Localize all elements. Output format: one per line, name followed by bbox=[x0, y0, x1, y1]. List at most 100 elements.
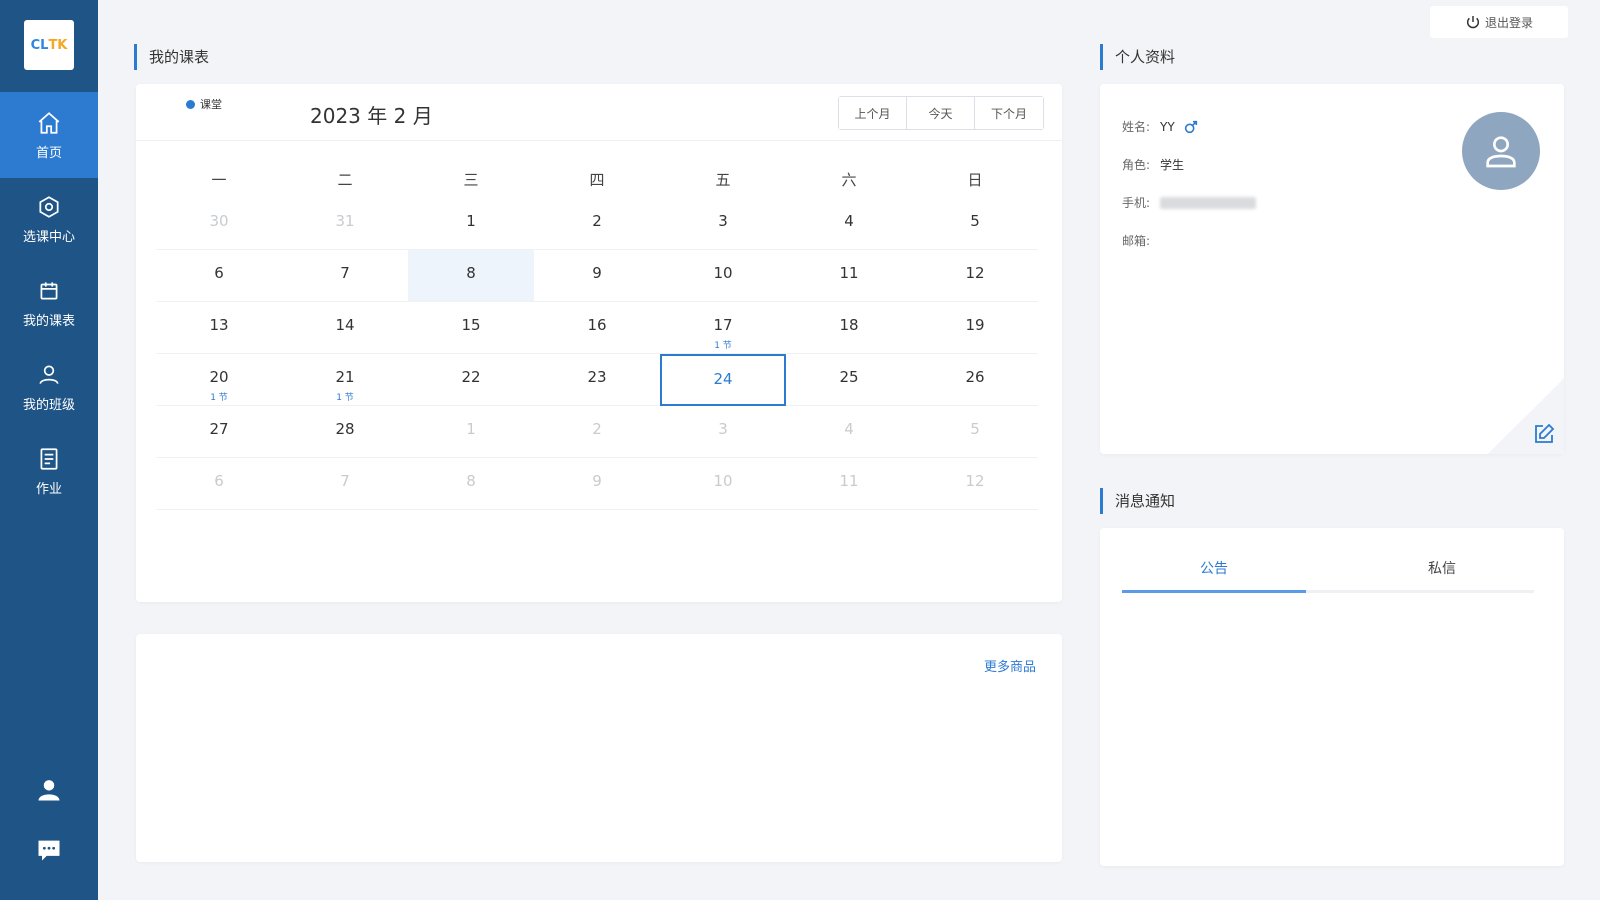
calendar-day[interactable]: 6 bbox=[156, 250, 282, 302]
calendar-day[interactable]: 26 bbox=[912, 354, 1038, 406]
legend-label: 课堂 bbox=[200, 98, 222, 111]
calendar-day[interactable]: 11 bbox=[786, 458, 912, 510]
sidebar-item-homework[interactable]: 作业 bbox=[0, 428, 98, 514]
calendar-day[interactable]: 20 1 节 bbox=[156, 354, 282, 406]
calendar-day-number: 4 bbox=[844, 420, 854, 438]
app-logo[interactable]: CL TK bbox=[24, 20, 74, 70]
calendar-day[interactable]: 3 bbox=[660, 406, 786, 458]
calendar-day[interactable]: 15 bbox=[408, 302, 534, 354]
calendar-day[interactable]: 18 bbox=[786, 302, 912, 354]
sidebar-item-course-center[interactable]: 选课中心 bbox=[0, 176, 98, 262]
weekday-header: 三 bbox=[463, 171, 479, 189]
today-button[interactable]: 今天 bbox=[907, 97, 975, 129]
profile-shortcut[interactable] bbox=[0, 776, 98, 804]
calendar-day[interactable]: 9 bbox=[534, 250, 660, 302]
calendar-day[interactable]: 7 bbox=[282, 458, 408, 510]
calendar-day[interactable]: 9 bbox=[534, 458, 660, 510]
calendar-day[interactable]: 2 bbox=[534, 406, 660, 458]
calendar-day[interactable]: 13 bbox=[156, 302, 282, 354]
sidebar-item-my-schedule[interactable]: 我的课表 bbox=[0, 260, 98, 346]
calendar-day[interactable]: 2 bbox=[534, 198, 660, 250]
calendar-icon bbox=[40, 281, 58, 299]
calendar-day[interactable]: 28 bbox=[282, 406, 408, 458]
calendar-day[interactable]: 8 bbox=[408, 458, 534, 510]
calendar-day-number: 30 bbox=[209, 212, 229, 230]
calendar-day-number: 1 bbox=[466, 212, 476, 230]
calendar-day[interactable]: 6 bbox=[156, 458, 282, 510]
calendar-day[interactable]: 10 bbox=[660, 250, 786, 302]
weekday-header: 五 bbox=[715, 171, 731, 189]
phone-label: 手机: bbox=[1122, 196, 1151, 210]
calendar-day[interactable]: 4 bbox=[786, 406, 912, 458]
tab-private-messages[interactable]: 私信 bbox=[1350, 558, 1534, 578]
calendar-day[interactable]: 14 bbox=[282, 302, 408, 354]
calendar-day-number: 12 bbox=[965, 472, 985, 490]
calendar-day[interactable]: 8 bbox=[408, 250, 534, 302]
calendar-day-number: 13 bbox=[209, 316, 229, 334]
class-count-mark: 1 节 bbox=[714, 341, 732, 351]
calendar-day-number: 9 bbox=[592, 264, 602, 282]
calendar-day-number: 12 bbox=[965, 264, 985, 282]
sidebar-item-home[interactable]: 首页 bbox=[0, 92, 98, 178]
calendar-day[interactable]: 16 bbox=[534, 302, 660, 354]
avatar[interactable] bbox=[1462, 112, 1540, 190]
calendar-card: 课堂 2023 年 2 月 上个月 今天 下个月 一二三四五六日 30 31 1 2 3 4… bbox=[136, 84, 1062, 602]
calendar-day-number: 16 bbox=[587, 316, 607, 334]
course-center-icon bbox=[39, 195, 59, 218]
tab-announcements[interactable]: 公告 bbox=[1122, 558, 1306, 578]
profile-icon bbox=[38, 780, 60, 801]
calendar-day-number: 6 bbox=[214, 472, 224, 490]
calendar-day[interactable]: 17 1 节 bbox=[660, 302, 786, 354]
calendar-day[interactable]: 27 bbox=[156, 406, 282, 458]
calendar-day[interactable]: 12 bbox=[912, 250, 1038, 302]
calendar-day-today[interactable]: 24 bbox=[660, 354, 786, 406]
calendar-day[interactable]: 7 bbox=[282, 250, 408, 302]
calendar-day[interactable]: 5 bbox=[912, 198, 1038, 250]
calendar-day-number: 2 bbox=[592, 212, 602, 230]
sidebar-item-my-class[interactable]: 我的班级 bbox=[0, 344, 98, 430]
calendar-day-number: 9 bbox=[592, 472, 602, 490]
calendar-day-number: 21 bbox=[335, 368, 355, 386]
calendar-day-number: 23 bbox=[587, 368, 607, 386]
calendar-day[interactable]: 5 bbox=[912, 406, 1038, 458]
calendar-month-title: 2023 年 2 月 bbox=[310, 104, 433, 128]
calendar-day[interactable]: 22 bbox=[408, 354, 534, 406]
logo-text-part2: TK bbox=[48, 37, 68, 53]
calendar-day[interactable]: 4 bbox=[786, 198, 912, 250]
calendar-day[interactable]: 11 bbox=[786, 250, 912, 302]
more-products-link[interactable]: 更多商品 bbox=[984, 656, 1036, 675]
weekday-header: 一 bbox=[211, 171, 227, 189]
calendar-nav-buttons: 上个月 今天 下个月 bbox=[838, 96, 1044, 130]
calendar-day-number: 11 bbox=[839, 264, 859, 282]
logout-button[interactable]: 退出登录 bbox=[1430, 6, 1568, 38]
calendar-day[interactable]: 19 bbox=[912, 302, 1038, 354]
calendar-day[interactable]: 3 bbox=[660, 198, 786, 250]
products-card: 更多商品 bbox=[136, 634, 1062, 862]
calendar-day[interactable]: 23 bbox=[534, 354, 660, 406]
weekday-header: 二 bbox=[337, 171, 353, 189]
edit-icon[interactable] bbox=[1532, 422, 1556, 446]
calendar-day[interactable]: 25 bbox=[786, 354, 912, 406]
email-label: 邮箱: bbox=[1122, 234, 1151, 248]
message-shortcut[interactable] bbox=[0, 836, 98, 864]
calendar-day[interactable]: 1 bbox=[408, 406, 534, 458]
class-count-mark: 1 节 bbox=[336, 393, 354, 403]
sidebar-item-label: 我的班级 bbox=[22, 397, 75, 413]
calendar-day-number: 22 bbox=[461, 368, 481, 386]
tab-active-indicator bbox=[1122, 590, 1306, 593]
calendar-day-number: 11 bbox=[839, 472, 859, 490]
prev-month-button[interactable]: 上个月 bbox=[839, 97, 907, 129]
weekday-header: 四 bbox=[589, 171, 605, 189]
weekday-header: 日 bbox=[967, 171, 983, 189]
calendar-day[interactable]: 12 bbox=[912, 458, 1038, 510]
next-month-button[interactable]: 下个月 bbox=[975, 97, 1043, 129]
calendar-day[interactable]: 30 bbox=[156, 198, 282, 250]
calendar-day[interactable]: 31 bbox=[282, 198, 408, 250]
home-icon bbox=[38, 111, 60, 134]
calendar-day[interactable]: 1 bbox=[408, 198, 534, 250]
calendar-day-number: 7 bbox=[340, 264, 350, 282]
calendar-day-number: 20 bbox=[209, 368, 229, 386]
role-value: 学生 bbox=[1160, 158, 1185, 172]
calendar-day[interactable]: 21 1 节 bbox=[282, 354, 408, 406]
calendar-day[interactable]: 10 bbox=[660, 458, 786, 510]
